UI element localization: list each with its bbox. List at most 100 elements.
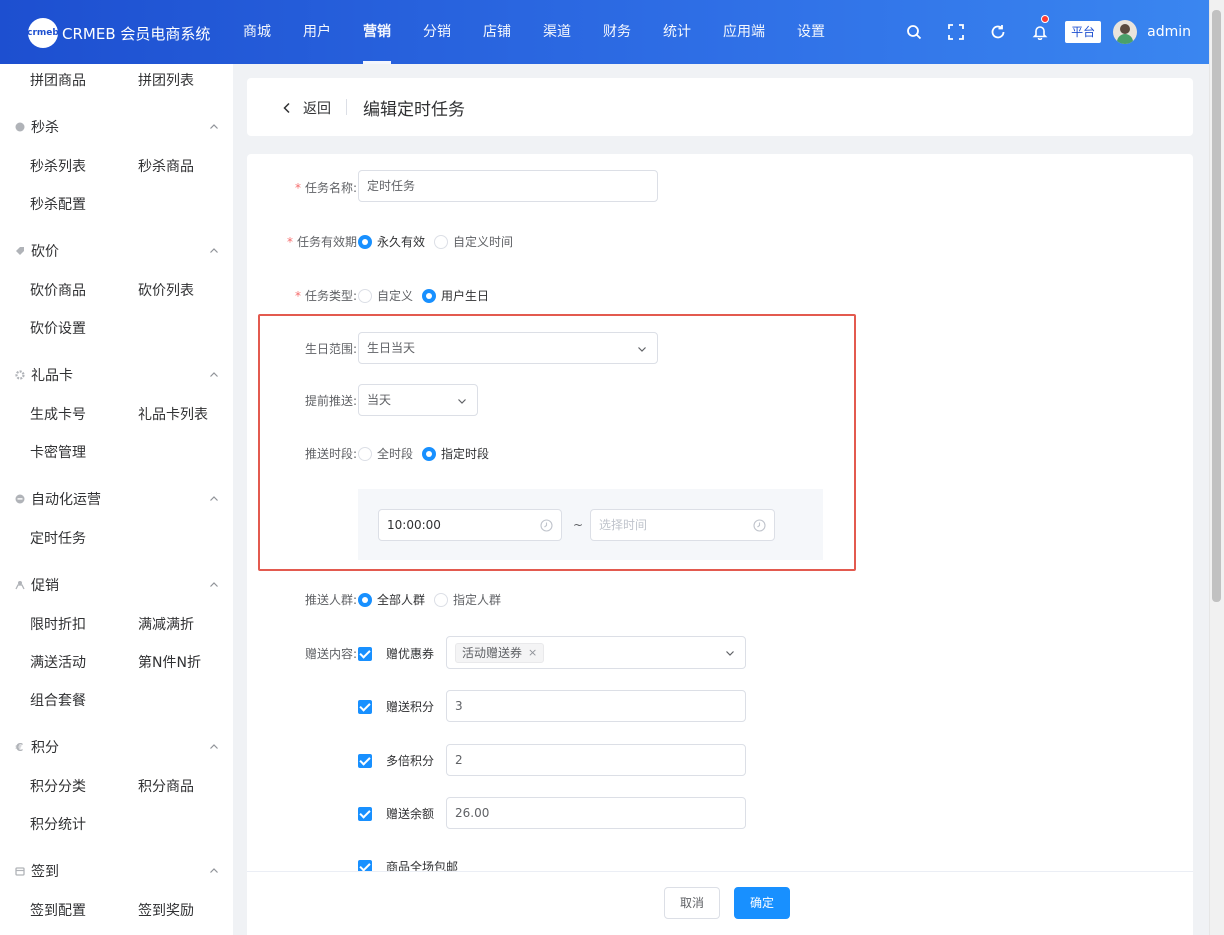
birthday-range-label: 生日范围: <box>304 342 357 356</box>
sidebar-item[interactable]: 生成卡号 <box>30 404 86 424</box>
confirm-button[interactable]: 确定 <box>734 887 790 919</box>
end-time-input[interactable]: 选择时间 <box>590 509 775 541</box>
radio-label[interactable]: 指定人群 <box>453 591 501 608</box>
gift-balance-input[interactable]: 26.00 <box>446 797 746 829</box>
task-name-input[interactable]: 定时任务 <box>358 170 658 202</box>
advance-push-select[interactable]: 当天 <box>358 384 478 416</box>
back-button[interactable]: 返回 <box>281 98 331 118</box>
radio-custom-time[interactable] <box>434 234 449 249</box>
sidebar-item[interactable]: 砍价列表 <box>138 280 194 300</box>
gift-balance-checkbox[interactable] <box>358 806 372 821</box>
avatar[interactable] <box>1113 20 1138 44</box>
gift-balance-label[interactable]: 赠送余额 <box>386 805 434 822</box>
radio-label[interactable]: 永久有效 <box>377 233 425 250</box>
sidebar-item[interactable]: 签到奖励 <box>138 900 194 920</box>
sidebar-item[interactable]: 砍价设置 <box>30 318 86 338</box>
multiplier-points-input[interactable]: 2 <box>446 744 746 776</box>
chevron-left-icon <box>283 102 290 114</box>
sidebar-group-label: 促销 <box>31 578 59 594</box>
coupon-select[interactable]: 活动赠送券 × <box>446 636 746 669</box>
gift-coupon-label[interactable]: 赠优惠券 <box>386 645 434 662</box>
radio-label[interactable]: 自定义 <box>377 287 413 304</box>
sidebar-item[interactable]: 满送活动 <box>30 652 86 672</box>
sidebar-item[interactable]: 卡密管理 <box>30 442 86 462</box>
radio-all-day[interactable] <box>358 446 372 461</box>
sidebar-group-seckill[interactable]: 秒杀 <box>14 117 219 137</box>
multiplier-points-checkbox[interactable] <box>358 753 372 768</box>
sidebar-group-checkin[interactable]: 签到 <box>14 861 219 881</box>
scrollbar-thumb[interactable] <box>1212 10 1221 602</box>
sidebar-group-label: 自动化运营 <box>31 492 101 508</box>
nav-item-finance[interactable]: 财务 <box>587 0 647 64</box>
birthday-range-select[interactable]: 生日当天 <box>358 332 658 364</box>
sidebar-item[interactable]: 秒杀商品 <box>138 156 194 176</box>
sidebar: 拼团商品 拼团列表 秒杀 秒杀列表 秒杀商品 秒杀配置 砍价 砍价商品 砍价列表… <box>0 64 233 935</box>
sidebar-item[interactable]: 拼团列表 <box>138 70 194 90</box>
nav-item-distribution[interactable]: 分销 <box>407 0 467 64</box>
cancel-button[interactable]: 取消 <box>664 887 720 919</box>
nav-item-store[interactable]: 店铺 <box>467 0 527 64</box>
gear-icon <box>14 370 25 381</box>
gift-points-checkbox[interactable] <box>358 699 372 714</box>
radio-label[interactable]: 指定时段 <box>441 445 489 462</box>
platform-badge[interactable]: 平台 <box>1065 21 1102 43</box>
sidebar-item[interactable]: 组合套餐 <box>30 690 86 710</box>
radio-custom[interactable] <box>358 288 372 303</box>
radio-permanent[interactable] <box>358 234 372 249</box>
brand-logo[interactable]: crmeb CRMEB 会员电商系统 <box>27 18 210 48</box>
bell-icon[interactable] <box>1019 0 1061 64</box>
sidebar-item[interactable]: 签到配置 <box>30 900 86 920</box>
sidebar-item[interactable]: 秒杀配置 <box>30 194 86 214</box>
nav-item-statistics[interactable]: 统计 <box>647 0 707 64</box>
radio-all-crowd[interactable] <box>358 592 372 607</box>
radio-label[interactable]: 自定义时间 <box>453 233 513 250</box>
sidebar-item[interactable]: 满减满折 <box>138 614 194 634</box>
sidebar-group-points[interactable]: € 积分 <box>14 737 219 757</box>
sidebar-item[interactable]: 礼品卡列表 <box>138 404 208 424</box>
gift-points-input[interactable]: 3 <box>446 690 746 722</box>
radio-label[interactable]: 全部人群 <box>377 591 425 608</box>
nav-item-app[interactable]: 应用端 <box>707 0 781 64</box>
start-time-input[interactable]: 10:00:00 <box>378 509 562 541</box>
sidebar-item[interactable]: 砍价商品 <box>30 280 86 300</box>
refresh-icon[interactable] <box>977 0 1019 64</box>
toolbar: 平台 admin <box>893 0 1209 64</box>
sidebar-item[interactable]: 拼团商品 <box>30 70 86 90</box>
nav-item-mall[interactable]: 商城 <box>226 0 287 64</box>
radio-specific-period[interactable] <box>422 446 437 461</box>
sidebar-item[interactable]: 积分统计 <box>30 814 86 834</box>
sidebar-group-giftcard[interactable]: 礼品卡 <box>14 365 219 385</box>
nav-item-users[interactable]: 用户 <box>287 0 347 64</box>
user-name[interactable]: admin <box>1147 24 1191 40</box>
chevron-up-icon <box>210 496 218 501</box>
nav-item-settings[interactable]: 设置 <box>781 0 841 64</box>
radio-label[interactable]: 用户生日 <box>441 287 489 304</box>
search-icon[interactable] <box>893 0 935 64</box>
sidebar-item[interactable]: 限时折扣 <box>30 614 86 634</box>
gift-content-label: 赠送内容: <box>304 647 357 661</box>
sidebar-group-automation[interactable]: 自动化运营 <box>14 489 219 509</box>
chevron-up-icon <box>210 582 218 587</box>
fullscreen-icon[interactable] <box>935 0 977 64</box>
radio-user-birthday[interactable] <box>422 288 437 303</box>
sidebar-item-scheduled-task[interactable]: 定时任务 <box>30 528 86 548</box>
gift-points-label[interactable]: 赠送积分 <box>386 698 434 715</box>
validity-radio-group: 永久有效 自定义时间 <box>358 233 522 250</box>
gift-points-row: 赠送积分 <box>358 698 434 715</box>
sidebar-item[interactable]: 秒杀列表 <box>30 156 86 176</box>
circle-icon <box>14 122 25 133</box>
multiplier-points-label[interactable]: 多倍积分 <box>386 752 434 769</box>
page-scrollbar[interactable] <box>1209 0 1224 935</box>
sidebar-group-bargain[interactable]: 砍价 <box>14 241 219 261</box>
sidebar-group-promotion[interactable]: 促销 <box>14 575 219 595</box>
gift-coupon-checkbox[interactable] <box>358 646 372 661</box>
sidebar-item[interactable]: 积分分类 <box>30 776 86 796</box>
tag-close-icon[interactable]: × <box>528 644 537 662</box>
radio-label[interactable]: 全时段 <box>377 445 413 462</box>
radio-specific-crowd[interactable] <box>434 592 449 607</box>
sidebar-item[interactable]: 积分商品 <box>138 776 194 796</box>
chevron-down-icon <box>638 347 646 352</box>
nav-item-channel[interactable]: 渠道 <box>527 0 587 64</box>
sidebar-item[interactable]: 第N件N折 <box>138 652 201 672</box>
nav-item-marketing[interactable]: 营销 <box>347 0 407 64</box>
